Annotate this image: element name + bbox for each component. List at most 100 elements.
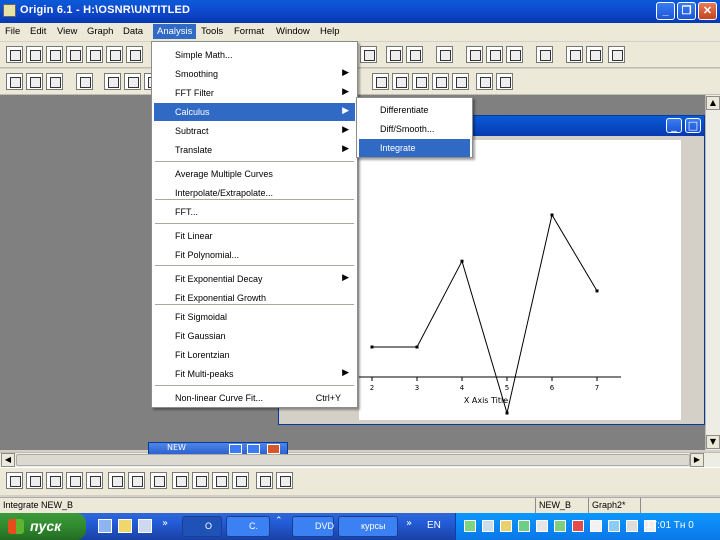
task-folder-c[interactable]: C. — [226, 516, 270, 537]
menu-item-fit-multi-peaks[interactable]: Fit Multi-peaks ▶ — [154, 365, 355, 383]
data-reader-icon[interactable] — [46, 73, 63, 90]
menu-window[interactable]: Window — [273, 25, 313, 38]
arrow-tool-icon[interactable] — [412, 73, 429, 90]
code-builder-icon[interactable] — [506, 46, 523, 63]
bar-plot-icon[interactable] — [86, 472, 103, 489]
copy-page-icon[interactable] — [386, 46, 403, 63]
x-axis-title[interactable]: X Axis Title — [464, 396, 508, 405]
layout-icon[interactable] — [406, 46, 423, 63]
refresh-icon[interactable] — [608, 46, 625, 63]
area-plot-icon[interactable] — [128, 472, 145, 489]
add-column-icon[interactable] — [536, 46, 553, 63]
tray-usb-icon[interactable] — [626, 520, 638, 532]
data-point[interactable] — [370, 345, 374, 349]
ternary-plot-icon[interactable] — [192, 472, 209, 489]
data-point[interactable] — [595, 289, 599, 293]
text-tool-icon[interactable] — [392, 73, 409, 90]
tray-clock[interactable]: 17:01 Тн 0 — [646, 520, 694, 531]
menu-item-non-linear-curve-fit[interactable]: Non-linear Curve Fit... Ctrl+Y — [154, 389, 355, 407]
circle-tool-icon[interactable] — [496, 73, 513, 90]
start-button[interactable]: пуск — [0, 513, 86, 540]
minimize-button[interactable]: _ — [656, 2, 675, 20]
scroll-up-arrow[interactable]: ▲ — [706, 96, 720, 110]
cut-icon[interactable] — [566, 46, 583, 63]
tray-shield-icon[interactable] — [554, 520, 566, 532]
plot-area[interactable]: 2 3 4 5 6 7 X Axis Title — [359, 140, 681, 420]
new-project-icon[interactable] — [6, 46, 23, 63]
stack-plot-icon[interactable] — [256, 472, 273, 489]
menu-help[interactable]: Help — [317, 25, 343, 38]
task-scroll-up-icon[interactable]: ⌃ — [275, 516, 283, 526]
menu-data[interactable]: Data — [120, 25, 146, 38]
menu-item-integrate[interactable]: Integrate — [359, 139, 470, 157]
tray-drive-icon[interactable] — [500, 520, 512, 532]
menu-analysis[interactable]: Analysis — [153, 24, 197, 39]
script-window-icon[interactable] — [486, 46, 503, 63]
menu-format[interactable]: Format — [231, 25, 267, 38]
scatter-points-icon[interactable] — [372, 73, 389, 90]
menu-item-smoothing[interactable]: Smoothing ▶ — [154, 65, 355, 83]
new-graph-icon[interactable] — [46, 46, 63, 63]
menu-item-fit-lorentzian[interactable]: Fit Lorentzian — [154, 346, 355, 364]
draw-data-icon[interactable] — [124, 73, 141, 90]
menu-item-fit-exponential-decay[interactable]: Fit Exponential Decay ▶ — [154, 270, 355, 288]
paste-icon[interactable] — [586, 46, 603, 63]
tray-volume-icon[interactable] — [590, 520, 602, 532]
menu-item-diff-smooth[interactable]: Diff/Smooth... — [359, 120, 470, 138]
zoom-icon[interactable] — [6, 73, 23, 90]
new-excel-icon[interactable] — [126, 46, 143, 63]
data-point[interactable] — [505, 411, 509, 415]
polar-plot-icon[interactable] — [172, 472, 189, 489]
worksheet-maximize-button[interactable] — [247, 444, 260, 454]
menu-item-calculus[interactable]: Calculus ▶ — [154, 103, 355, 121]
taskbar-chevron-icon[interactable]: » — [406, 518, 412, 529]
double-y-icon[interactable] — [232, 472, 249, 489]
menu-item-fit-linear[interactable]: Fit Linear — [154, 227, 355, 245]
graph-maximize-button[interactable]: □ — [685, 118, 701, 133]
language-indicator[interactable]: EN — [427, 520, 441, 531]
graph-page[interactable]: 2 3 4 5 6 7 X Axis Title — [359, 140, 681, 420]
data-selector-icon[interactable] — [104, 73, 121, 90]
menu-item-simple-math[interactable]: Simple Math... — [154, 46, 355, 64]
menu-tools[interactable]: Tools — [198, 25, 226, 38]
menu-item-differentiate[interactable]: Differentiate — [359, 101, 470, 119]
results-log-icon[interactable] — [436, 46, 453, 63]
zoom-out-icon[interactable] — [26, 73, 43, 90]
menu-item-fft[interactable]: FFT... — [154, 203, 355, 221]
task-folder-kursy[interactable]: курсы — [338, 516, 398, 537]
menu-file[interactable]: File — [2, 25, 23, 38]
restore-button[interactable]: ❐ — [677, 2, 696, 20]
line-plot-icon[interactable] — [6, 472, 23, 489]
new-function-icon[interactable] — [86, 46, 103, 63]
curved-arrow-icon[interactable] — [432, 73, 449, 90]
new-matrix-icon[interactable] — [66, 46, 83, 63]
tray-messenger-icon[interactable] — [608, 520, 620, 532]
project-explorer-icon[interactable] — [466, 46, 483, 63]
worksheet-restore-button[interactable] — [229, 444, 242, 454]
tray-security-icon[interactable] — [536, 520, 548, 532]
menu-item-fit-polynomial[interactable]: Fit Polynomial... — [154, 246, 355, 264]
horizontal-scrollbar[interactable]: ◀ ▶ — [0, 452, 720, 467]
menu-edit[interactable]: Edit — [27, 25, 49, 38]
tray-sync-icon[interactable] — [518, 520, 530, 532]
scroll-left-arrow[interactable]: ◀ — [1, 453, 15, 467]
screen-reader-icon[interactable] — [76, 73, 93, 90]
graph-minimize-button[interactable]: _ — [666, 118, 682, 133]
pie-chart-icon[interactable] — [108, 472, 125, 489]
tray-monitor-icon[interactable] — [482, 520, 494, 532]
task-folder-dvd[interactable]: DVD — [292, 516, 334, 537]
close-button[interactable]: ✕ — [698, 2, 717, 20]
data-point[interactable] — [550, 213, 554, 217]
menu-item-translate[interactable]: Translate ▶ — [154, 141, 355, 159]
horizontal-scroll-thumb[interactable] — [16, 454, 690, 466]
data-point[interactable] — [415, 345, 419, 349]
quicklaunch-explorer-icon[interactable] — [118, 519, 132, 533]
menu-item-fit-gaussian[interactable]: Fit Gaussian — [154, 327, 355, 345]
multi-axis-icon[interactable] — [212, 472, 229, 489]
scroll-right-arrow[interactable]: ▶ — [690, 453, 704, 467]
menu-view[interactable]: View — [54, 25, 80, 38]
tray-network-icon[interactable] — [464, 520, 476, 532]
new-worksheet-icon[interactable] — [26, 46, 43, 63]
menu-item-fit-sigmoidal[interactable]: Fit Sigmoidal — [154, 308, 355, 326]
menu-item-subtract[interactable]: Subtract ▶ — [154, 122, 355, 140]
